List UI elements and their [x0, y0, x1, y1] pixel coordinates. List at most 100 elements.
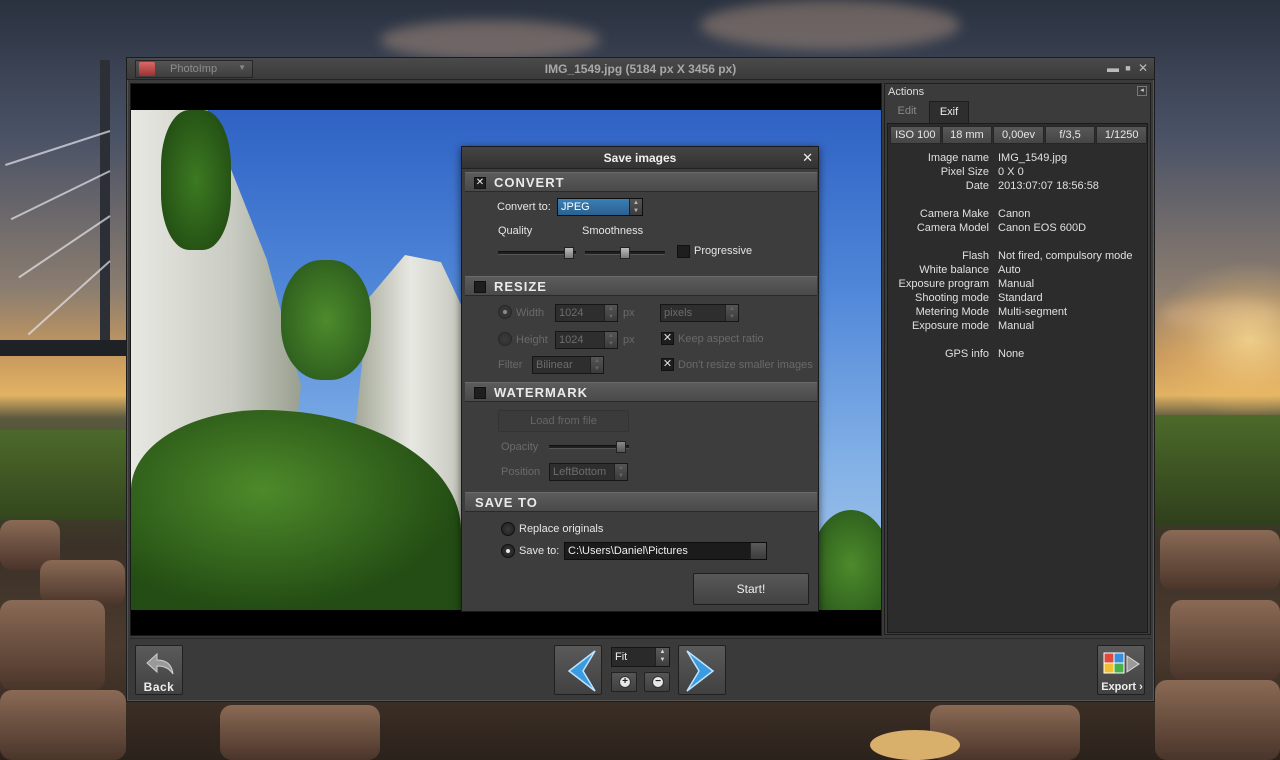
- convert-section-header[interactable]: ✕ CONVERT: [465, 172, 817, 192]
- back-arrow-icon: [146, 652, 174, 675]
- slider-thumb[interactable]: [616, 441, 626, 453]
- actions-panel-title: Actions: [888, 86, 925, 98]
- exif-row: GPS info None: [888, 348, 1148, 362]
- spinner-arrows-icon[interactable]: ▲ ▼: [725, 305, 738, 321]
- exif-row: Camera Model Canon EOS 600D: [888, 222, 1148, 236]
- exif-row: Pixel Size 0 X 0: [888, 166, 1148, 180]
- slider-thumb[interactable]: [564, 247, 574, 259]
- exif-label: Camera Model: [916, 222, 989, 234]
- width-input[interactable]: 1024 ▲ ▼: [555, 304, 618, 322]
- maximize-button[interactable]: ■: [1121, 61, 1135, 75]
- exif-label: Exposure mode: [911, 320, 989, 332]
- collapse-panel-icon[interactable]: ◂: [1137, 86, 1147, 96]
- progressive-checkbox[interactable]: [677, 245, 690, 258]
- close-button[interactable]: ✕: [1136, 61, 1150, 75]
- slider-thumb[interactable]: [620, 247, 630, 259]
- wallpaper-rock: [1170, 600, 1280, 680]
- watermark-section-header[interactable]: WATERMARK: [465, 382, 817, 402]
- spinner-arrows-icon[interactable]: ▲ ▼: [655, 648, 669, 666]
- height-input[interactable]: 1024 ▲ ▼: [555, 331, 618, 349]
- wallpaper-bridge-pylon: [100, 60, 110, 350]
- browse-folder-button[interactable]: [750, 543, 766, 559]
- dont-resize-checkbox[interactable]: ✕: [661, 358, 674, 371]
- actions-panel: Actions ◂ Edit Exif ISO 100 18 mm 0,00ev…: [884, 83, 1151, 635]
- exif-label: Camera Make: [919, 208, 989, 220]
- spinner-arrows-icon[interactable]: ▲ ▼: [614, 464, 627, 480]
- save-to-label: Save to:: [519, 545, 560, 557]
- bottom-toolbar: Back Fit ▲ ▼ + − Export ›: [130, 638, 1151, 699]
- exif-value: Canon EOS 600D: [998, 222, 1087, 234]
- start-button[interactable]: Start!: [693, 573, 809, 605]
- replace-originals-radio[interactable]: [501, 522, 515, 536]
- load-watermark-button[interactable]: Load from file: [498, 410, 629, 432]
- opacity-slider[interactable]: [549, 441, 629, 453]
- exif-row: Date 2013:07:07 18:56:58: [888, 180, 1148, 194]
- arrow-left-icon: [567, 650, 596, 692]
- watermark-heading: WATERMARK: [494, 385, 588, 400]
- previous-image-button[interactable]: [554, 645, 602, 695]
- filter-select[interactable]: Bilinear ▲ ▼: [532, 356, 604, 374]
- spinner-arrows-icon[interactable]: ▲ ▼: [604, 305, 617, 321]
- arrow-right-icon: [686, 650, 715, 692]
- units-select[interactable]: pixels ▲ ▼: [660, 304, 739, 322]
- back-button[interactable]: Back: [135, 645, 183, 695]
- format-select[interactable]: JPEG ▲ ▼: [557, 198, 643, 216]
- resize-section-header[interactable]: RESIZE: [465, 276, 817, 296]
- keep-aspect-checkbox[interactable]: ✕: [661, 332, 674, 345]
- exif-label: Metering Mode: [915, 306, 989, 318]
- save-to-section-header: SAVE TO: [465, 492, 817, 512]
- save-path-field[interactable]: C:\Users\Daniel\Pictures: [564, 542, 767, 560]
- convert-enable-checkbox[interactable]: ✕: [474, 177, 486, 189]
- height-unit: px: [623, 334, 635, 346]
- exif-value: Not fired, compulsory mode: [998, 250, 1133, 262]
- wallpaper-bridge-deck: [0, 340, 128, 356]
- export-label-text: Export: [1101, 681, 1137, 693]
- width-radio[interactable]: [498, 305, 512, 319]
- watermark-enable-checkbox[interactable]: [474, 387, 486, 399]
- quality-label: Quality: [498, 225, 533, 237]
- save-images-dialog: Save images ✕ ✕ CONVERT Convert to: JPEG…: [461, 146, 819, 612]
- exif-exposure-bias: 0,00ev: [993, 126, 1044, 144]
- export-label: Export ›: [1101, 681, 1143, 693]
- exif-info-box: ISO 100 18 mm 0,00ev f/3,5 1/1250 Image …: [887, 123, 1148, 633]
- exif-value: Auto: [998, 264, 1021, 276]
- spinner-arrows-icon[interactable]: ▲ ▼: [629, 199, 642, 215]
- exif-row: Shooting mode Standard: [888, 292, 1148, 306]
- spinner-arrows-icon[interactable]: ▲ ▼: [590, 357, 603, 373]
- exif-value: Standard: [998, 292, 1043, 304]
- resize-heading: RESIZE: [494, 279, 547, 294]
- zoom-select[interactable]: Fit ▲ ▼: [611, 647, 670, 667]
- quality-slider[interactable]: [498, 247, 576, 259]
- height-radio[interactable]: [498, 332, 512, 346]
- exif-row: Camera Make Canon: [888, 208, 1148, 222]
- zoom-out-button[interactable]: −: [644, 672, 670, 692]
- export-icon: [1103, 652, 1140, 674]
- exif-aperture: f/3,5: [1044, 126, 1096, 144]
- tab-edit[interactable]: Edit: [887, 101, 927, 123]
- save-path-value: C:\Users\Daniel\Pictures: [568, 545, 688, 557]
- dialog-titlebar[interactable]: Save images ✕: [462, 147, 818, 169]
- save-to-radio[interactable]: [501, 544, 515, 558]
- minimize-button[interactable]: ▬: [1106, 61, 1120, 75]
- dialog-close-button[interactable]: ✕: [802, 150, 813, 166]
- next-image-button[interactable]: [678, 645, 726, 695]
- exif-shutter-speed: 1/1250: [1096, 126, 1147, 144]
- photo-vegetation: [811, 510, 881, 610]
- exif-iso: ISO 100: [890, 126, 941, 144]
- smoothness-slider[interactable]: [585, 247, 665, 259]
- convert-to-label: Convert to:: [497, 201, 551, 213]
- position-select[interactable]: LeftBottom ▲ ▼: [549, 463, 628, 481]
- wallpaper-rock: [0, 600, 105, 690]
- photo-vegetation: [281, 260, 371, 380]
- zoom-out-icon: −: [652, 676, 664, 688]
- exif-row: Flash Not fired, compulsory mode: [888, 250, 1148, 264]
- tab-exif[interactable]: Exif: [929, 101, 969, 123]
- exif-value: 0 X 0: [998, 166, 1024, 178]
- spinner-arrows-icon[interactable]: ▲ ▼: [604, 332, 617, 348]
- window-titlebar[interactable]: PhotoImp ▼ IMG_1549.jpg (5184 px X 3456 …: [127, 58, 1154, 80]
- zoom-in-button[interactable]: +: [611, 672, 637, 692]
- resize-enable-checkbox[interactable]: [474, 281, 486, 293]
- export-button[interactable]: Export ›: [1097, 645, 1145, 695]
- exif-row: Exposure mode Manual: [888, 320, 1148, 334]
- exif-row: Image name IMG_1549.jpg: [888, 152, 1148, 166]
